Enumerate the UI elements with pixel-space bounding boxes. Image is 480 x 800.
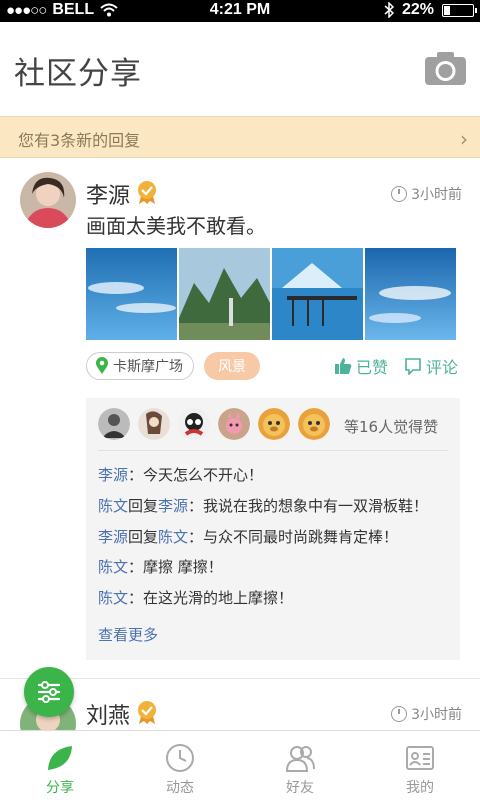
tab-me[interactable]: 我的: [360, 731, 480, 800]
tab-label: 好友: [286, 780, 314, 796]
filter-button[interactable]: [24, 667, 74, 717]
comment-button[interactable]: 评论: [404, 354, 458, 378]
post-time-label: 3小时前: [411, 707, 462, 723]
post-photo[interactable]: [179, 248, 270, 340]
comment-text: ：我说在我的想象中有一双滑板鞋！: [188, 497, 429, 515]
thumbs-up-icon: [334, 358, 352, 374]
clock-icon: [391, 706, 408, 722]
post-time-label: 3小时前: [411, 187, 462, 203]
new-replies-text: 您有3条新的回复: [18, 131, 141, 150]
comment-item[interactable]: 陈文：摩擦 摩擦！: [98, 556, 223, 577]
commenter-name[interactable]: 陈文: [98, 558, 128, 576]
commenter-name[interactable]: 李源: [98, 466, 128, 484]
status-bar: ●●●○○ BELL 4:21 PM 22%: [0, 0, 480, 22]
tag-row: 卡斯摩广场 风景: [86, 352, 260, 380]
reply-target-name[interactable]: 李源: [158, 497, 188, 515]
battery-icon: [442, 3, 477, 17]
likers-avatars: [98, 408, 330, 440]
reply-word: 回复: [128, 497, 159, 515]
clock-icon: [166, 744, 194, 772]
chevron-right-icon: ›: [460, 127, 468, 151]
avatar[interactable]: [138, 408, 170, 440]
camera-icon[interactable]: [425, 52, 466, 85]
battery-level: [444, 5, 450, 15]
post-text: 画面太美我不敢看。: [86, 214, 266, 238]
tab-activity[interactable]: 动态: [120, 731, 240, 800]
commenter-name[interactable]: 陈文: [98, 589, 128, 607]
comment-text: ：在这光滑的地上摩擦！: [128, 589, 294, 607]
tab-bar: 分享 动态 好友 我的: [0, 730, 480, 800]
tab-label: 动态: [166, 780, 194, 796]
friends-icon: [285, 746, 315, 772]
like-label: 已赞: [355, 358, 388, 377]
leaf-icon: [48, 746, 72, 770]
like-button[interactable]: 已赞: [334, 354, 388, 378]
post-photo[interactable]: [86, 248, 177, 340]
tab-share[interactable]: 分享: [0, 731, 120, 800]
tab-label: 我的: [406, 780, 434, 796]
likes-count-text: 等16人觉得赞: [344, 418, 439, 436]
clock-icon: [391, 186, 408, 202]
tab-friends[interactable]: 好友: [240, 731, 360, 800]
new-replies-banner[interactable]: 您有3条新的回复 ›: [0, 116, 480, 158]
author-name[interactable]: 李源: [86, 178, 130, 210]
location-tag[interactable]: 卡斯摩广场: [86, 352, 194, 380]
sliders-icon: [37, 681, 61, 703]
avatar[interactable]: [218, 408, 250, 440]
post-time: 3小时前: [391, 184, 462, 204]
post-time: 3小时前: [391, 704, 462, 724]
page-title: 社区分享: [14, 56, 142, 92]
location-pin-icon: [96, 357, 108, 374]
photo-grid: [86, 248, 456, 340]
verified-badge-icon: [138, 701, 156, 724]
location-label: 卡斯摩广场: [113, 359, 183, 375]
comment-text: ：摩擦 摩擦！: [128, 558, 223, 576]
comment-label: 评论: [425, 358, 458, 377]
avatar[interactable]: [98, 408, 130, 440]
comment-item[interactable]: 陈文回复李源：我说在我的想象中有一双滑板鞋！: [98, 495, 428, 516]
commenter-name[interactable]: 李源: [98, 528, 128, 546]
avatar[interactable]: [20, 172, 76, 228]
app-header: 社区分享: [0, 22, 480, 116]
divider: [98, 450, 448, 451]
category-tag[interactable]: 风景: [204, 352, 260, 380]
post-card: 李源 3小时前 画面太美我不敢看。 卡斯摩广场 风景 已赞 评论 等16人觉得赞…: [0, 158, 480, 678]
post-actions: 已赞 评论: [334, 354, 458, 378]
battery-percent: 22%: [401, 1, 434, 18]
post-photo[interactable]: [365, 248, 456, 340]
author-name[interactable]: 刘燕: [86, 698, 130, 730]
comment-item[interactable]: 李源：今天怎么不开心！: [98, 464, 263, 485]
profile-card-icon: [406, 746, 434, 770]
avatar[interactable]: [258, 408, 290, 440]
reply-target-name[interactable]: 陈文: [158, 528, 188, 546]
comment-icon: [405, 358, 421, 375]
commenter-name[interactable]: 陈文: [98, 497, 128, 515]
view-more-link[interactable]: 查看更多: [98, 624, 158, 645]
comment-text: ：今天怎么不开心！: [128, 466, 264, 484]
reply-word: 回复: [128, 528, 159, 546]
comments-panel: 等16人觉得赞 李源：今天怎么不开心！ 陈文回复李源：我说在我的想象中有一双滑板…: [86, 398, 460, 660]
tab-label: 分享: [46, 780, 74, 796]
comment-item[interactable]: 李源回复陈文：与众不同最时尚跳舞肯定棒！: [98, 526, 398, 547]
comment-text: ：与众不同最时尚跳舞肯定棒！: [188, 528, 399, 546]
verified-badge-icon: [138, 181, 156, 204]
post-photo[interactable]: [272, 248, 363, 340]
avatar[interactable]: [178, 408, 210, 440]
bluetooth-icon: [384, 2, 394, 18]
avatar[interactable]: [298, 408, 330, 440]
comment-item[interactable]: 陈文：在这光滑的地上摩擦！: [98, 587, 293, 608]
